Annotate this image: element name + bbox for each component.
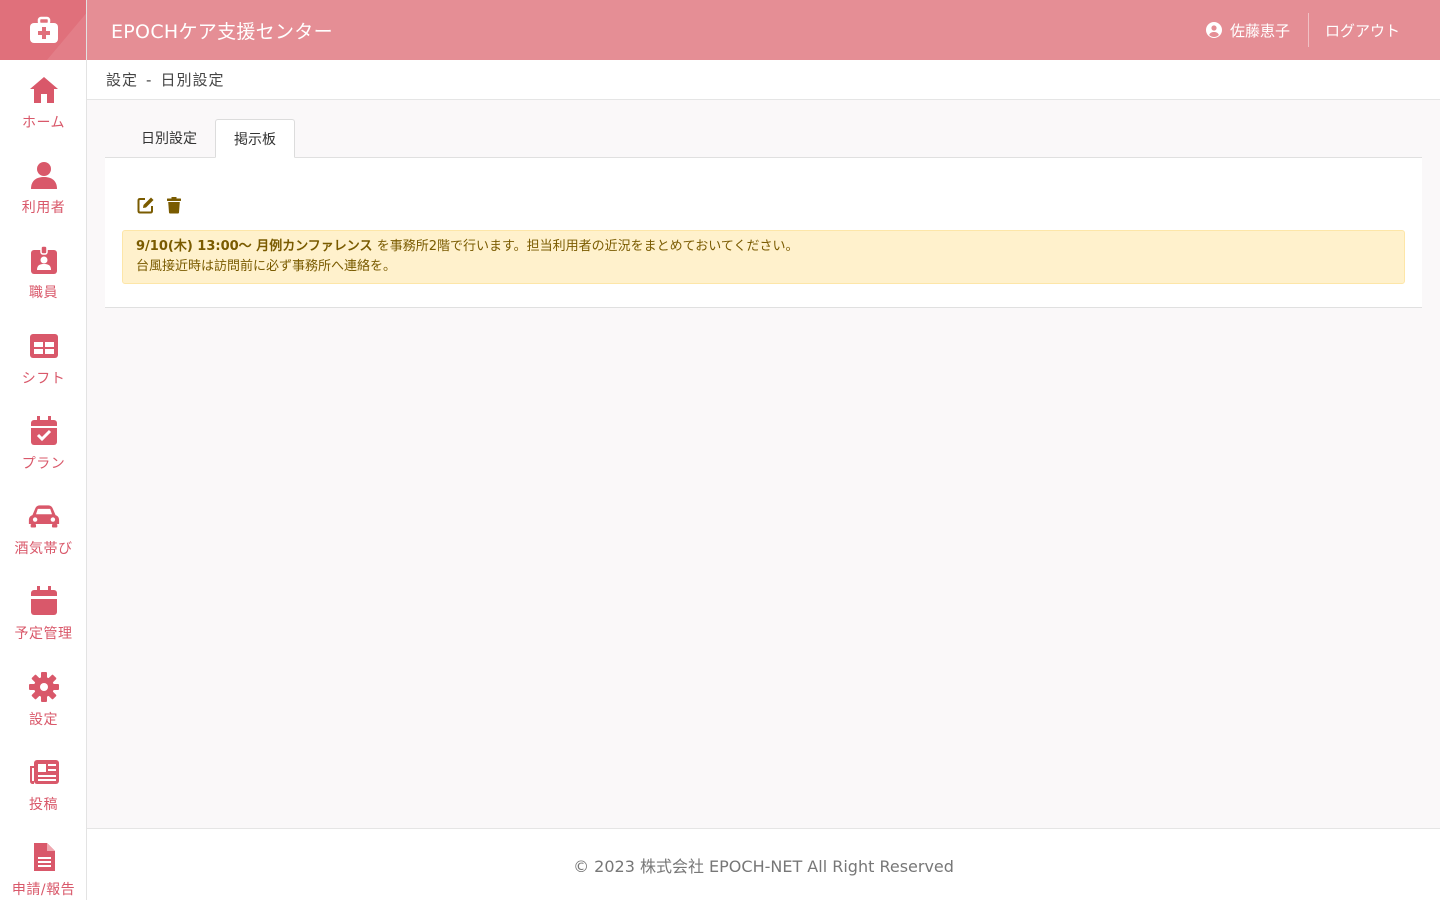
sidebar-item-schedule[interactable]: 予定管理	[0, 572, 86, 657]
user-icon	[30, 161, 57, 189]
footer-copyright: © 2023 株式会社 EPOCH-NET All Right Reserved	[573, 856, 954, 876]
breadcrumb: 設定 - 日別設定	[87, 60, 1440, 100]
topbar-right: 佐藤恵子 ログアウト	[1205, 0, 1440, 60]
sidebar-item-label: プラン	[21, 455, 66, 472]
sidebar-item-alcohol-check[interactable]: 酒気帯び	[0, 486, 86, 571]
sidebar-item-settings[interactable]: 設定	[0, 657, 86, 742]
sidebar-item-applications[interactable]: 申請/報告	[0, 828, 86, 900]
post-actions	[137, 194, 1405, 216]
sidebar-item-label: 申請/報告	[11, 882, 76, 899]
tab-bulletin-board[interactable]: 掲示板	[215, 119, 295, 158]
bulletin-notice: 9/10(木) 13:00〜 月例カンファレンス を事務所2階で行います。担当利…	[122, 230, 1405, 284]
sidebar-item-label: シフト	[21, 370, 66, 387]
sidebar-item-label: 酒気帯び	[14, 541, 73, 558]
tab-bar: 日別設定 掲示板	[105, 118, 1422, 158]
sidebar-item-label: 設定	[29, 711, 58, 728]
main-content: 日別設定 掲示板 9/10(木) 13:00〜 月例カンファレンス を事務所2階…	[105, 118, 1422, 308]
breadcrumb-section: 設定	[106, 71, 139, 89]
sidebar-item-label: 利用者	[21, 199, 66, 216]
medical-kit-icon	[29, 16, 58, 43]
file-icon	[33, 843, 55, 872]
newspaper-icon	[29, 760, 59, 785]
notice-line-2: 台風接近時は訪問前に必ず事務所へ連絡を。	[136, 259, 397, 274]
user-menu[interactable]: 佐藤恵子	[1205, 20, 1308, 41]
sidebar-item-label: 予定管理	[14, 626, 73, 643]
breadcrumb-separator: -	[146, 70, 153, 89]
top-bar: EPOCHケア支援センター 佐藤恵子 ログアウト	[87, 0, 1440, 60]
trash-icon	[167, 197, 181, 214]
edit-button[interactable]	[137, 196, 155, 214]
logout-button[interactable]: ログアウト	[1309, 20, 1440, 41]
user-circle-icon	[1205, 22, 1222, 38]
car-icon	[28, 505, 59, 528]
gear-icon	[28, 671, 59, 702]
calendar-check-icon	[30, 415, 57, 445]
notice-line-1: 9/10(木) 13:00〜 月例カンファレンス を事務所2階で行います。担当利…	[136, 237, 1391, 257]
sidebar-item-posts[interactable]: 投稿	[0, 742, 86, 827]
sidebar-item-shift[interactable]: シフト	[0, 316, 86, 401]
footer: © 2023 株式会社 EPOCH-NET All Right Reserved	[87, 828, 1440, 900]
home-icon	[29, 76, 58, 103]
delete-button[interactable]	[165, 196, 183, 214]
sidebar-item-home[interactable]: ホーム	[0, 60, 86, 145]
sidebar-item-label: ホーム	[21, 114, 66, 131]
bulletin-panel: 9/10(木) 13:00〜 月例カンファレンス を事務所2階で行います。担当利…	[105, 157, 1422, 308]
app-title: EPOCHケア支援センター	[111, 20, 333, 43]
edit-icon	[137, 197, 154, 214]
calendar-icon	[30, 586, 57, 616]
sidebar: ホーム 利用者 職員 シフト プラン 酒気帯び 予定管理 設定 投稿 申請/報告	[0, 0, 87, 900]
sidebar-item-users[interactable]: 利用者	[0, 145, 86, 230]
breadcrumb-page: 日別設定	[160, 71, 225, 89]
sidebar-item-plan[interactable]: プラン	[0, 401, 86, 486]
sidebar-item-label: 投稿	[29, 797, 58, 814]
table-icon	[29, 333, 58, 358]
tab-daily-settings[interactable]: 日別設定	[123, 118, 215, 157]
notice-headline: 9/10(木) 13:00〜 月例カンファレンス	[136, 239, 373, 254]
sidebar-item-label: 職員	[29, 285, 58, 302]
id-badge-icon	[30, 245, 57, 275]
notice-body: を事務所2階で行います。担当利用者の近況をまとめておいてください。	[372, 239, 799, 254]
sidebar-item-staff[interactable]: 職員	[0, 231, 86, 316]
user-name: 佐藤恵子	[1229, 21, 1290, 40]
logo[interactable]	[0, 0, 86, 60]
